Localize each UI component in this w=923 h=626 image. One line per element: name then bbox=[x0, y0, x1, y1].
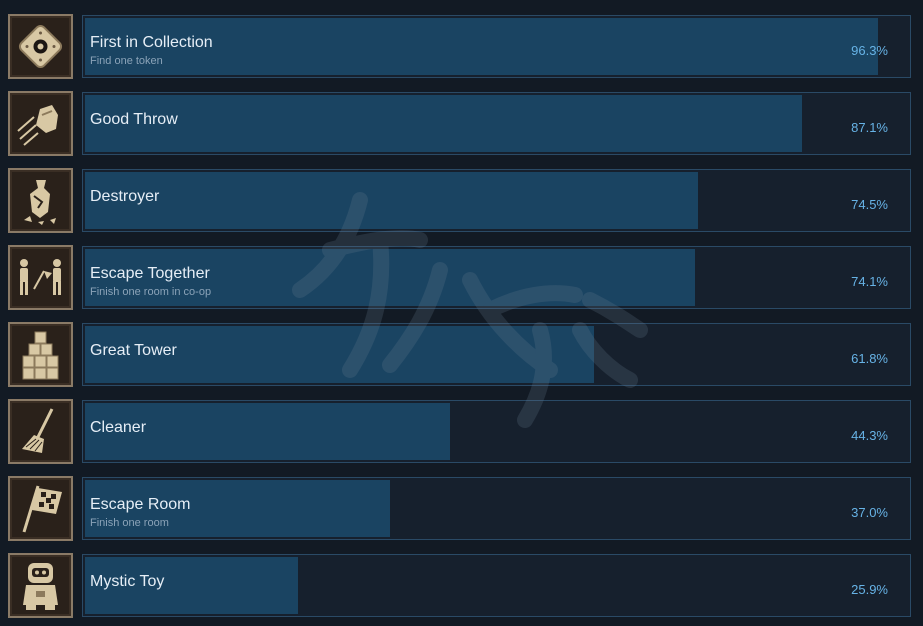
unlock-percentage: 25.9% bbox=[851, 582, 888, 597]
broom-icon bbox=[8, 399, 73, 464]
achievement-title: Escape Together bbox=[90, 265, 210, 282]
progress-panel: Escape Room Finish one room 37.0% bbox=[82, 477, 911, 540]
achievement-title: Escape Room bbox=[90, 496, 191, 513]
achievement-row[interactable]: Great Tower 61.8% bbox=[0, 322, 923, 389]
unlock-percentage: 74.5% bbox=[851, 197, 888, 212]
broken-vase-icon bbox=[8, 168, 73, 233]
achievement-row[interactable]: Good Throw 87.1% bbox=[0, 91, 923, 158]
throw-icon bbox=[8, 91, 73, 156]
checkered-flag-icon bbox=[8, 476, 73, 541]
progress-panel: Good Throw 87.1% bbox=[82, 92, 911, 155]
achievement-row[interactable]: Cleaner 44.3% bbox=[0, 399, 923, 466]
achievement-row[interactable]: First in Collection Find one token 96.3% bbox=[0, 14, 923, 81]
progress-panel: Great Tower 61.8% bbox=[82, 323, 911, 386]
block-tower-icon bbox=[8, 322, 73, 387]
progress-panel: First in Collection Find one token 96.3% bbox=[82, 15, 911, 78]
achievement-row[interactable]: Mystic Toy 25.9% bbox=[0, 553, 923, 620]
achievement-row[interactable]: Escape Room Finish one room 37.0% bbox=[0, 476, 923, 543]
achievement-title: Mystic Toy bbox=[90, 573, 165, 590]
token-icon bbox=[8, 14, 73, 79]
unlock-percentage: 87.1% bbox=[851, 120, 888, 135]
progress-panel: Destroyer 74.5% bbox=[82, 169, 911, 232]
achievement-title: Good Throw bbox=[90, 111, 178, 128]
achievement-row[interactable]: Destroyer 74.5% bbox=[0, 168, 923, 235]
achievement-title: Cleaner bbox=[90, 419, 147, 436]
progress-panel: Mystic Toy 25.9% bbox=[82, 554, 911, 617]
toy-robot-icon bbox=[8, 553, 73, 618]
achievement-title: First in Collection bbox=[90, 34, 213, 51]
two-people-icon bbox=[8, 245, 73, 310]
unlock-percentage: 74.1% bbox=[851, 274, 888, 289]
achievement-title: Destroyer bbox=[90, 188, 160, 205]
achievement-title: Great Tower bbox=[90, 342, 177, 359]
progress-bar-fill bbox=[85, 95, 802, 152]
achievement-description: Find one token bbox=[90, 55, 163, 67]
unlock-percentage: 61.8% bbox=[851, 351, 888, 366]
progress-bar-fill bbox=[85, 172, 698, 229]
progress-panel: Cleaner 44.3% bbox=[82, 400, 911, 463]
unlock-percentage: 37.0% bbox=[851, 505, 888, 520]
achievement-description: Finish one room bbox=[90, 517, 169, 529]
progress-panel: Escape Together Finish one room in co-op 7… bbox=[82, 246, 911, 309]
unlock-percentage: 96.3% bbox=[851, 43, 888, 58]
unlock-percentage: 44.3% bbox=[851, 428, 888, 443]
achievement-row[interactable]: Escape Together Finish one room in co-op 7… bbox=[0, 245, 923, 312]
achievement-description: Finish one room in co-op bbox=[90, 286, 212, 298]
